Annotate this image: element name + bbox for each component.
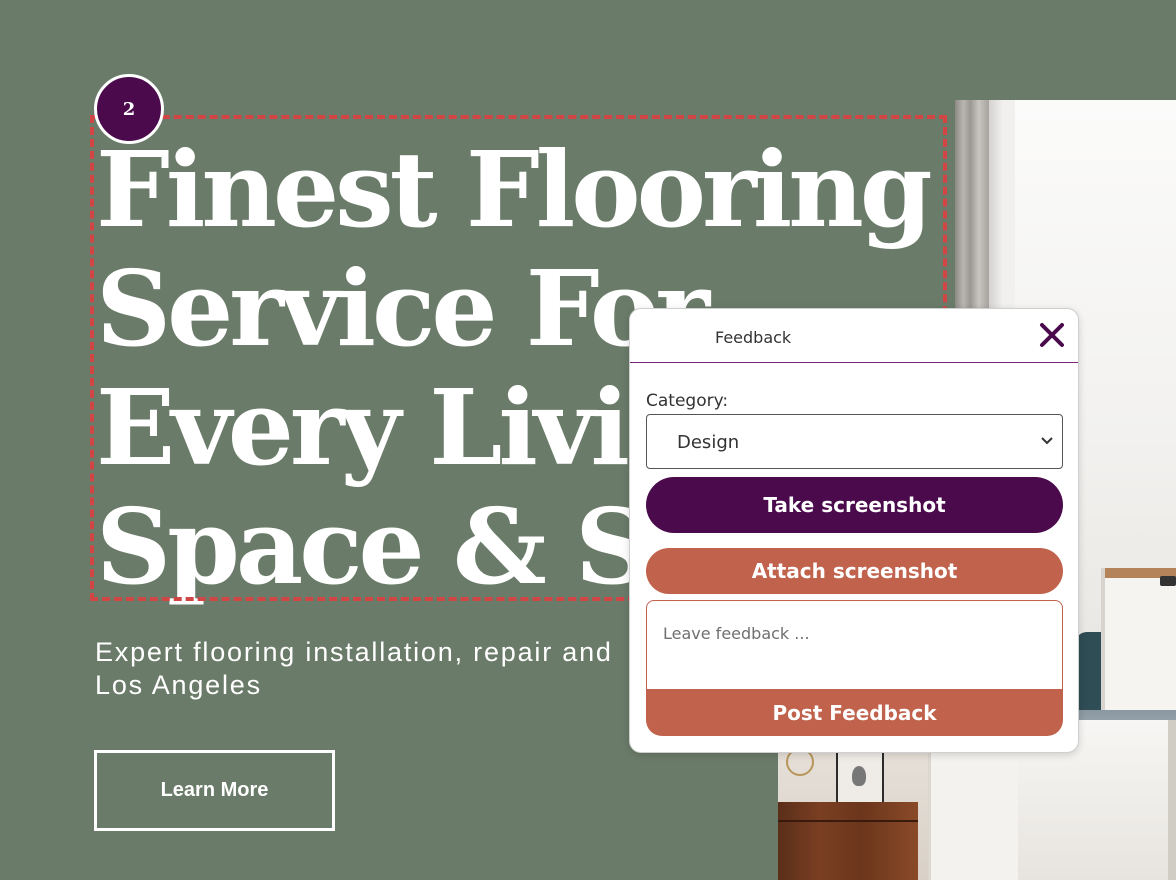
post-feedback-button[interactable]: Post Feedback: [646, 689, 1063, 736]
photo-dresser: [778, 802, 918, 880]
close-icon: [1040, 323, 1064, 347]
photo-cabinet-handle: [1160, 576, 1176, 586]
category-select[interactable]: Design: [646, 414, 1063, 469]
photo-frame-bird: [852, 766, 866, 786]
feedback-placeholder: Leave feedback ...: [663, 624, 810, 643]
feedback-dialog-title: Feedback: [715, 328, 792, 347]
step-badge: 2: [94, 74, 164, 144]
hero-subtitle-line-1: Expert flooring installation, repair and: [95, 637, 613, 667]
feedback-dialog-header: Feedback: [630, 309, 1078, 363]
hero-subtitle-line-2: Los Angeles: [95, 670, 262, 700]
photo-bedside-edge: [1168, 720, 1176, 880]
photo-frame: [836, 750, 884, 804]
take-screenshot-button[interactable]: Take screenshot: [646, 477, 1063, 533]
close-button[interactable]: [1038, 321, 1066, 349]
category-selected-value: Design: [677, 432, 740, 453]
hero-title-line-1: Finest Flooring: [96, 128, 933, 251]
chevron-down-icon: [1041, 437, 1053, 445]
attach-screenshot-button[interactable]: Attach screenshot: [646, 548, 1063, 594]
learn-more-button[interactable]: Learn More: [94, 750, 335, 831]
category-label: Category:: [646, 391, 729, 411]
feedback-textarea[interactable]: Leave feedback ...: [646, 600, 1063, 698]
photo-dresser-line: [778, 820, 918, 822]
hero-subtitle: Expert flooring installation, repair and…: [95, 636, 695, 702]
feedback-dialog: Feedback Category: Design Take screensho…: [629, 308, 1079, 753]
